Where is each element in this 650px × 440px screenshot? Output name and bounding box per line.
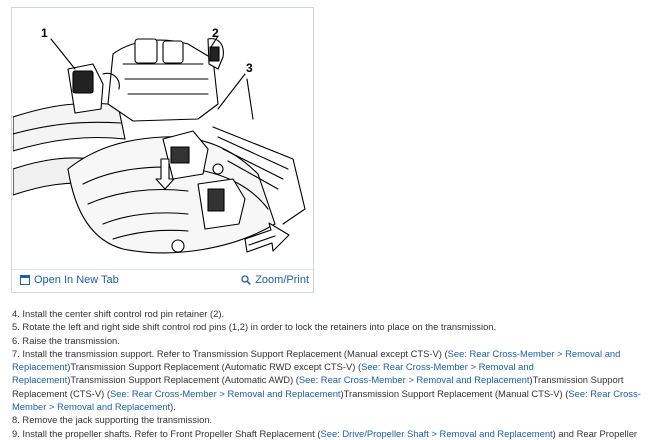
zoom-print-label: Zoom/Print — [255, 274, 309, 286]
new-tab-icon — [20, 275, 30, 285]
step-text: 5. Rotate the left and right side shift … — [12, 321, 497, 333]
cross-reference-link[interactable]: See: Rear Cross-Member > Removal and Rep… — [299, 374, 530, 385]
procedure-step: 4. Install the center shift control rod … — [12, 307, 644, 320]
procedure-step: 6. Raise the transmission. — [12, 334, 644, 347]
zoom-print-link[interactable]: Zoom/Print — [241, 274, 309, 286]
callout-3: 3 — [246, 61, 253, 75]
cross-reference-link[interactable]: See: Rear Cross-Member > Removal and Rep… — [110, 388, 341, 399]
magnifier-icon — [241, 275, 252, 285]
open-in-new-tab-link[interactable]: Open In New Tab — [20, 274, 119, 286]
step-text: 6. Raise the transmission. — [12, 334, 120, 346]
procedure-step: 7. Install the transmission support. Ref… — [12, 347, 644, 413]
step-text: 4. Install the center shift control rod … — [12, 308, 225, 319]
callout-1: 1 — [41, 26, 48, 40]
step-text: )Transmission Support Replacement (Autom… — [67, 374, 299, 386]
transmission-shift-linkage-illustration: 1 2 3 — [13, 26, 306, 254]
step-text: )Transmission Support Replacement (Autom… — [67, 361, 362, 373]
procedure-step: 5. Rotate the left and right side shift … — [12, 320, 644, 333]
step-text: 7. Install the transmission support. Ref… — [12, 347, 448, 359]
step-text: 9. Install the propeller shafts. Refer t… — [12, 427, 321, 439]
open-in-new-tab-label: Open In New Tab — [34, 274, 119, 286]
step-text: ). — [170, 401, 176, 413]
figure-panel: 1 2 3 Open In New Tab Zoom/Print — [11, 7, 314, 293]
step-text: ) and Rear Propeller — [552, 427, 638, 439]
figure-toolbar: Open In New Tab Zoom/Print — [12, 269, 313, 292]
step-text: )Transmission Support Replacement (Manua… — [340, 387, 569, 399]
procedure-step: 9. Install the propeller shafts. Refer t… — [12, 427, 644, 440]
callout-2: 2 — [212, 26, 219, 40]
procedure-steps: 4. Install the center shift control rod … — [12, 307, 644, 440]
step-text: 8. Remove the jack supporting the transm… — [12, 414, 213, 426]
cross-reference-link[interactable]: See: Drive/Propeller Shaft > Removal and… — [320, 428, 552, 439]
